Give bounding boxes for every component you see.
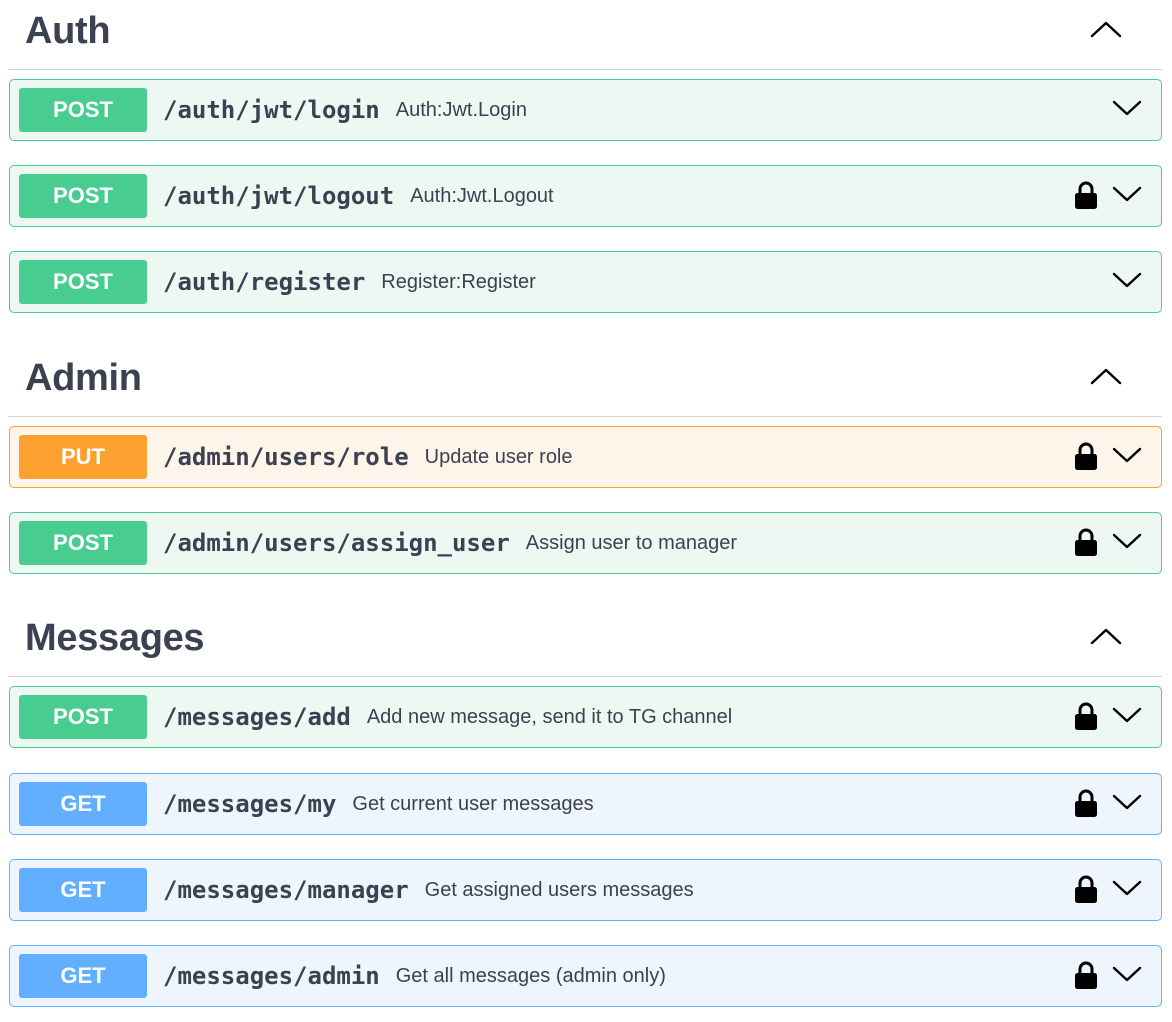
section-header-auth[interactable]: Auth bbox=[8, 0, 1162, 70]
operation-path: /messages/my Get current user messages bbox=[163, 788, 594, 820]
lock-icon[interactable] bbox=[1074, 960, 1098, 990]
operation-path-text: /admin/users/assign_user bbox=[163, 529, 510, 557]
lock-icon[interactable] bbox=[1074, 788, 1098, 818]
method-badge: POST bbox=[19, 174, 147, 218]
lock-icon[interactable] bbox=[1074, 701, 1098, 731]
section-title: Admin bbox=[25, 357, 142, 399]
chevron-down-icon[interactable] bbox=[1111, 96, 1143, 120]
operation-messages-my[interactable]: GET /messages/my Get current user message… bbox=[9, 773, 1162, 835]
operation-path: /auth/jwt/logout Auth:Jwt.Logout bbox=[163, 180, 554, 212]
method-badge: GET bbox=[19, 868, 147, 912]
operation-path-text: /messages/manager bbox=[163, 876, 409, 904]
operation-path-text: /messages/admin bbox=[163, 962, 380, 990]
operation-path-text: /messages/my bbox=[163, 790, 337, 818]
operation-path-text: /messages/add bbox=[163, 703, 351, 731]
method-badge: POST bbox=[19, 260, 147, 304]
section-title: Messages bbox=[25, 617, 205, 659]
operation-path-text: /admin/users/role bbox=[163, 443, 409, 471]
section-admin: Admin bbox=[8, 347, 1162, 417]
method-badge: POST bbox=[19, 695, 147, 739]
operation-path-text: /auth/register bbox=[163, 268, 366, 296]
operation-path: /admin/users/role Update user role bbox=[163, 441, 573, 473]
operation-summary: Update user role bbox=[424, 446, 573, 468]
operation-path: /admin/users/assign_user Assign user to m… bbox=[163, 527, 737, 559]
method-badge: POST bbox=[19, 88, 147, 132]
operation-path-text: /auth/jwt/logout bbox=[163, 182, 395, 210]
chevron-down-icon[interactable] bbox=[1111, 443, 1143, 467]
operation-summary: Get current user messages bbox=[352, 793, 594, 815]
section-messages: Messages bbox=[8, 607, 1162, 677]
chevron-up-icon[interactable] bbox=[1088, 625, 1124, 649]
chevron-down-icon[interactable] bbox=[1111, 876, 1143, 900]
operation-path: /messages/manager Get assigned users mess… bbox=[163, 874, 694, 906]
operation-messages-manager[interactable]: GET /messages/manager Get assigned users … bbox=[9, 859, 1162, 921]
chevron-down-icon[interactable] bbox=[1111, 182, 1143, 206]
operation-messages-add[interactable]: POST /messages/add Add new message, send … bbox=[9, 686, 1162, 748]
operation-auth-jwt-login[interactable]: POST /auth/jwt/login Auth:Jwt.Login bbox=[9, 79, 1162, 141]
operation-summary: Auth:Jwt.Logout bbox=[410, 185, 554, 207]
lock-icon[interactable] bbox=[1074, 874, 1098, 904]
method-badge: PUT bbox=[19, 435, 147, 479]
operation-summary: Get all messages (admin only) bbox=[395, 965, 666, 987]
chevron-down-icon[interactable] bbox=[1111, 268, 1143, 292]
operation-summary: Auth:Jwt.Login bbox=[395, 99, 527, 121]
chevron-down-icon[interactable] bbox=[1111, 962, 1143, 986]
section-header-messages[interactable]: Messages bbox=[8, 607, 1162, 677]
chevron-up-icon[interactable] bbox=[1088, 365, 1124, 389]
operation-path: /messages/admin Get all messages (admin o… bbox=[163, 960, 666, 992]
operation-messages-admin[interactable]: GET /messages/admin Get all messages (adm… bbox=[9, 945, 1162, 1007]
chevron-down-icon[interactable] bbox=[1111, 703, 1143, 727]
swagger-operations-page: Auth POST /auth/jwt/login Auth:Jwt.Login … bbox=[0, 0, 1172, 1022]
chevron-up-icon[interactable] bbox=[1088, 18, 1124, 42]
operation-path: /auth/register Register:Register bbox=[163, 266, 536, 298]
operation-admin-users-role[interactable]: PUT /admin/users/role Update user role bbox=[9, 426, 1162, 488]
section-header-admin[interactable]: Admin bbox=[8, 347, 1162, 417]
operation-auth-jwt-logout[interactable]: POST /auth/jwt/logout Auth:Jwt.Logout bbox=[9, 165, 1162, 227]
operation-admin-users-assign-user[interactable]: POST /admin/users/assign_user Assign user… bbox=[9, 512, 1162, 574]
operation-summary: Register:Register bbox=[381, 271, 536, 293]
chevron-down-icon[interactable] bbox=[1111, 790, 1143, 814]
method-badge: GET bbox=[19, 782, 147, 826]
operation-path: /messages/add Add new message, send it to… bbox=[163, 701, 732, 733]
section-auth: Auth bbox=[8, 0, 1162, 70]
operation-path-text: /auth/jwt/login bbox=[163, 96, 380, 124]
operation-summary: Add new message, send it to TG channel bbox=[366, 706, 733, 728]
lock-icon[interactable] bbox=[1074, 441, 1098, 471]
method-badge: POST bbox=[19, 521, 147, 565]
operation-summary: Get assigned users messages bbox=[424, 879, 694, 901]
operation-summary: Assign user to manager bbox=[525, 532, 738, 554]
operation-auth-register[interactable]: POST /auth/register Register:Register bbox=[9, 251, 1162, 313]
operation-path: /auth/jwt/login Auth:Jwt.Login bbox=[163, 94, 527, 126]
method-badge: GET bbox=[19, 954, 147, 998]
lock-icon[interactable] bbox=[1074, 180, 1098, 210]
section-title: Auth bbox=[25, 10, 111, 52]
lock-icon[interactable] bbox=[1074, 527, 1098, 557]
chevron-down-icon[interactable] bbox=[1111, 529, 1143, 553]
